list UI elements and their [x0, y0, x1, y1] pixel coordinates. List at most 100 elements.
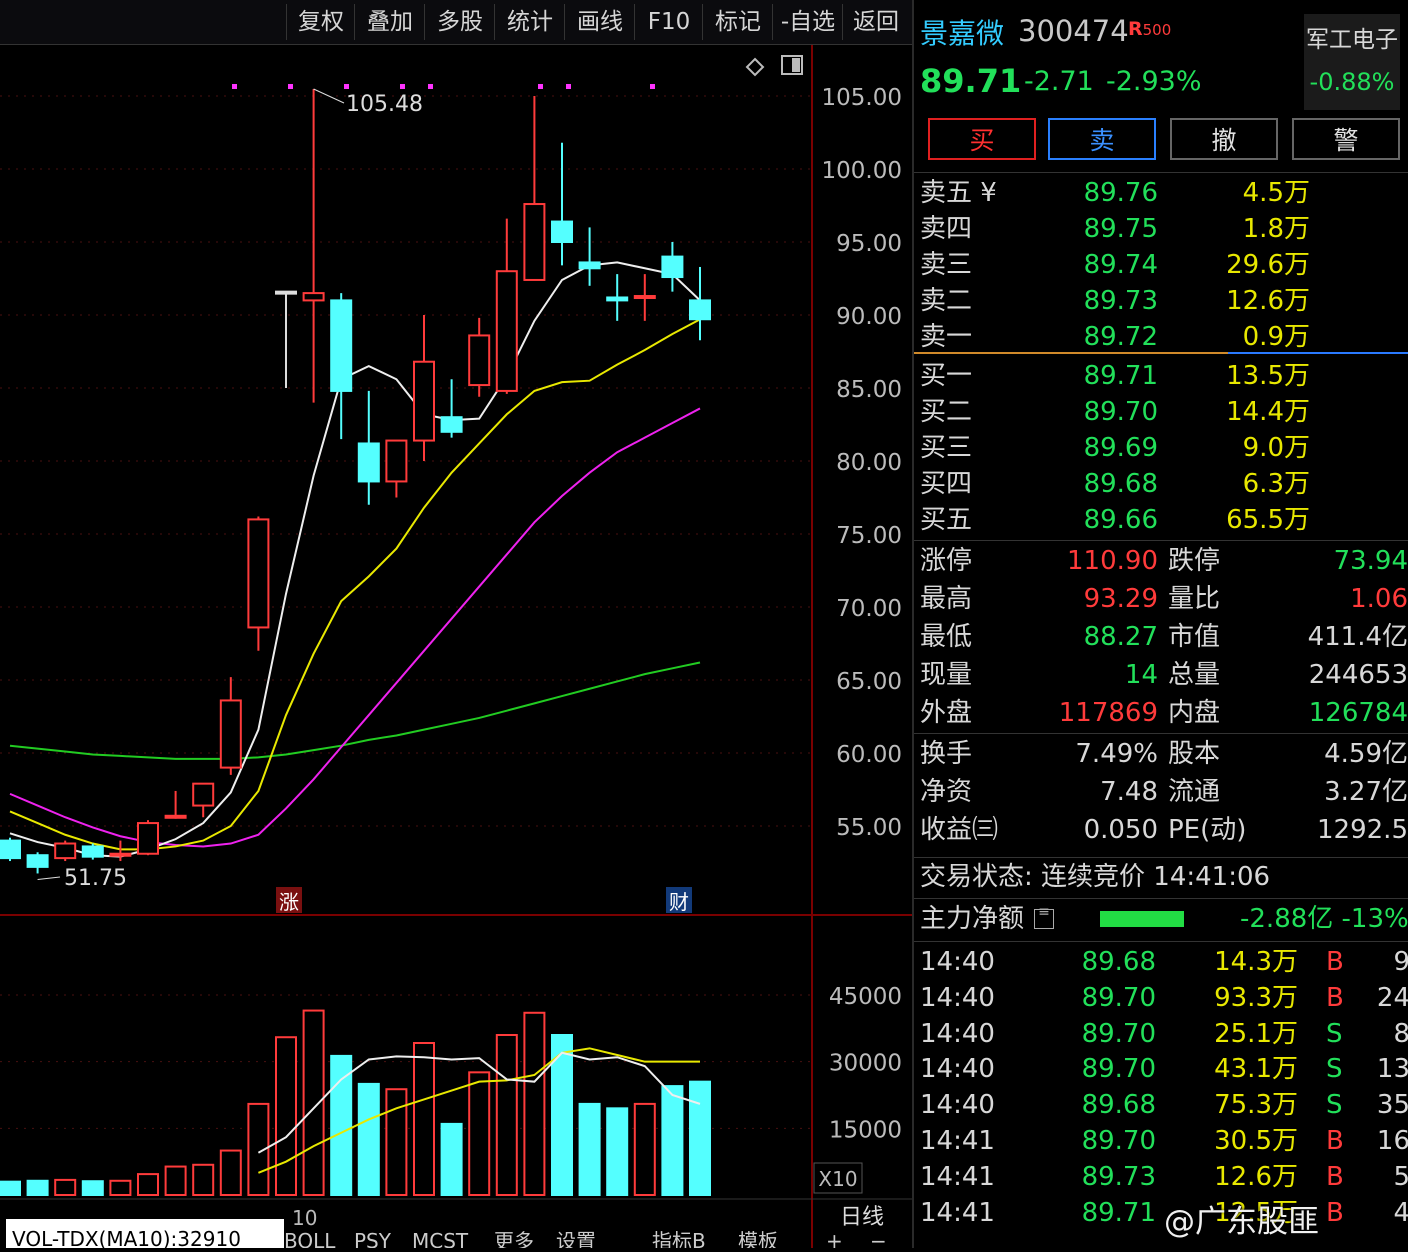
candle-body	[81, 845, 104, 858]
volume-bar	[468, 1071, 491, 1197]
ask-price: 89.72	[1083, 322, 1158, 352]
bid-row[interactable]: 买四 89.68 6.3万	[914, 466, 1408, 502]
tick-row: 14:40 89.70 43.1万 S 13	[914, 1051, 1408, 1087]
main-flow-bar	[1100, 911, 1184, 927]
cancel-order-button[interactable]: 撤	[1170, 118, 1278, 160]
tick-side: B	[1326, 947, 1344, 977]
stat-value: 110.90	[1067, 546, 1158, 576]
volume-bar	[192, 1163, 215, 1197]
stat-value: 0.050	[1083, 815, 1158, 845]
sector-box[interactable]: 军工电子 -0.88%	[1304, 14, 1400, 110]
indicator-tab[interactable]: PSY	[354, 1229, 392, 1252]
volume-bar	[578, 1102, 601, 1197]
event-dot	[538, 84, 543, 89]
list-icon[interactable]: ≡	[1034, 905, 1054, 929]
sell-button[interactable]: 卖	[1048, 118, 1156, 160]
tick-row: 14:40 89.70 25.1万 S 8	[914, 1016, 1408, 1052]
tick-count: 24	[1376, 982, 1408, 1013]
bid-volume: 13.5万	[1226, 361, 1310, 391]
ask-volume: 4.5万	[1242, 178, 1310, 208]
toolbar-button-0[interactable]: 复权	[286, 4, 355, 40]
toolbar-button-7[interactable]: -自选	[772, 4, 843, 40]
tick-volume: 75.3万	[1214, 1090, 1298, 1121]
toolbar-button-2[interactable]: 多股	[424, 4, 495, 40]
indicator-tab[interactable]: +	[826, 1229, 843, 1252]
volume-bar	[606, 1107, 629, 1197]
last-price: 89.71	[920, 62, 1022, 100]
bid-price: 89.71	[1083, 361, 1158, 391]
price-tick-label: 85.00	[836, 377, 902, 403]
tick-count: 9	[1393, 947, 1408, 977]
stat-value: 14	[1124, 660, 1158, 690]
high-label: 105.48	[346, 92, 423, 117]
tick-count: 35	[1376, 1090, 1408, 1121]
bid-row[interactable]: 买一 89.71 13.5万	[914, 358, 1408, 394]
indicator-tab[interactable]: MCST	[412, 1229, 469, 1252]
stat-value: 73.94	[1333, 546, 1408, 576]
tick-price: 89.68	[1081, 1090, 1156, 1121]
candle-body	[275, 290, 297, 295]
volume-bar	[137, 1173, 159, 1196]
sector-name: 军工电子	[1306, 27, 1398, 53]
watermark: @广东股匪	[1164, 1204, 1319, 1240]
candle-body	[137, 822, 159, 855]
bid-row[interactable]: 买二 89.70 14.4万	[914, 394, 1408, 430]
stats-row: 现量 14 总量 244653	[914, 657, 1408, 693]
volume-bar	[661, 1085, 684, 1196]
bid-row[interactable]: 买五 89.66 65.5万	[914, 502, 1408, 538]
tick-side: B	[1326, 982, 1344, 1013]
volume-bar	[689, 1080, 711, 1196]
tick-time: 14:40	[920, 1054, 995, 1085]
indicator-tab[interactable]: BOLL	[284, 1229, 336, 1252]
ask-row[interactable]: 卖二 89.73 12.6万	[914, 283, 1408, 319]
indicator-tab[interactable]: 设置	[556, 1229, 596, 1252]
buy-button[interactable]: 买	[928, 118, 1036, 160]
main-flow-row[interactable]: 主力净额 ≡ -2.88亿 -13%	[914, 901, 1408, 937]
bid-volume: 6.3万	[1242, 469, 1310, 499]
stat-value: 126784	[1308, 698, 1408, 728]
price-tick-label: 60.00	[836, 742, 902, 768]
candle-body	[661, 255, 684, 279]
toolbar-button-6[interactable]: 标记	[702, 4, 773, 40]
stat-label: 净资	[920, 777, 973, 807]
candle-body	[523, 203, 546, 281]
indicator-tab[interactable]: 指标B	[652, 1229, 706, 1252]
ask-row[interactable]: 卖三 89.74 29.6万	[914, 247, 1408, 283]
stat-value: 3.27亿	[1324, 777, 1408, 807]
stats-row: 外盘 117869 内盘 126784	[914, 695, 1408, 731]
volume-bar	[0, 1180, 21, 1196]
bid-row[interactable]: 买三 89.69 9.0万	[914, 430, 1408, 466]
toolbar-button-5[interactable]: F10	[634, 4, 703, 40]
toolbar-button-8[interactable]: 返回	[842, 4, 909, 40]
stat-label: 股本	[1168, 739, 1221, 769]
toolbar-button-4[interactable]: 画线	[564, 4, 635, 40]
stat-value: 244653	[1308, 660, 1408, 690]
alert-button[interactable]: 警	[1292, 118, 1400, 160]
tick-count: 8	[1393, 1018, 1408, 1049]
toolbar-button-1[interactable]: 叠加	[354, 4, 425, 40]
kline-chart: 105.00 100.00 95.00 90.00 85.00 80.00 75.00 70.…	[0, 45, 912, 1252]
tick-side: B	[1326, 1161, 1344, 1192]
ask-row[interactable]: 卖四 89.75 1.8万	[914, 211, 1408, 247]
main-flow-label: 主力净额	[920, 904, 1025, 934]
volume-bar	[302, 1009, 325, 1196]
tick-volume: 93.3万	[1214, 982, 1298, 1013]
low-pointer	[37, 876, 61, 880]
toolbar-button-3[interactable]: 统计	[494, 4, 565, 40]
candle-body	[302, 292, 325, 302]
event-dot	[232, 84, 237, 89]
price-tick-label: 95.00	[836, 231, 902, 257]
candle-body	[606, 296, 629, 302]
indicator-tab[interactable]: 模板	[738, 1229, 778, 1252]
candle-body	[578, 261, 601, 270]
ask-row[interactable]: 卖五 ¥ 89.76 4.5万	[914, 175, 1408, 211]
stat-label: 内盘	[1168, 698, 1221, 728]
x-axis-label: 10	[292, 1206, 317, 1230]
candle-body	[413, 360, 435, 442]
ask-row[interactable]: 卖一 89.72 0.9万	[914, 319, 1408, 355]
bid-label: 买二	[920, 397, 973, 427]
stat-label: 跌停	[1168, 546, 1221, 576]
tick-price: 89.68	[1081, 947, 1156, 977]
indicator-tab[interactable]: −	[870, 1229, 887, 1252]
indicator-tab[interactable]: 更多	[494, 1229, 534, 1252]
